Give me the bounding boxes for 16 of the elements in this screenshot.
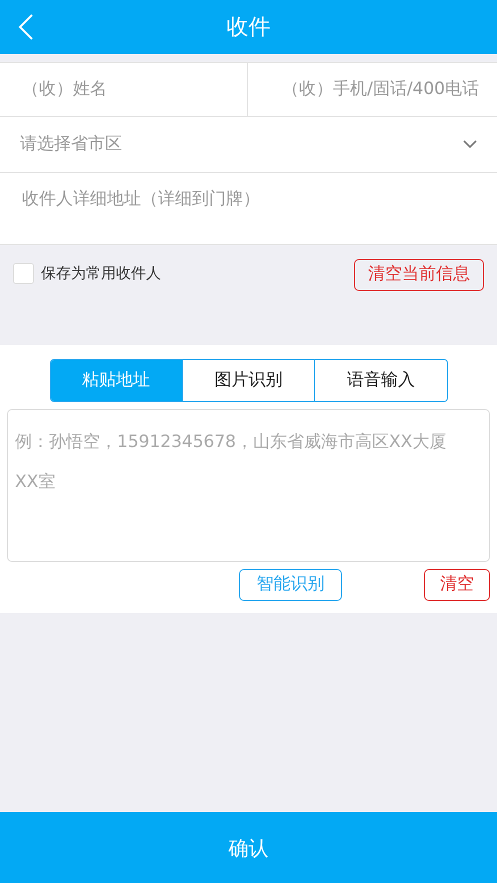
save-contact-checkbox[interactable] [13, 262, 34, 284]
chevron-down-icon [463, 140, 477, 149]
input-mode-tab[interactable]: 粘贴地址 [50, 360, 182, 401]
name-field[interactable]: （收）姓名 [0, 63, 248, 116]
region-select[interactable]: 请选择省市区 [0, 117, 497, 173]
back-icon[interactable] [18, 14, 34, 40]
page-title: 收件 [226, 14, 270, 42]
save-contact-label: 保存为常用收件人 [41, 263, 161, 284]
clear-info-button[interactable]: 清空当前信息 [354, 259, 484, 291]
clear-button[interactable]: 清空 [424, 569, 490, 601]
phone-field[interactable]: （收）手机/固话/400电话 [248, 63, 497, 116]
paste-address-field[interactable]: 例：孙悟空，15912345678，山东省威海市高区XX大厦XX室 [7, 409, 490, 562]
confirm-button[interactable]: 确认 [0, 812, 497, 883]
address-field[interactable]: 收件人详细地址（详细到门牌） [0, 173, 497, 245]
recognize-button[interactable]: 智能识别 [239, 569, 342, 601]
input-mode-tab[interactable]: 语音输入 [314, 360, 446, 401]
